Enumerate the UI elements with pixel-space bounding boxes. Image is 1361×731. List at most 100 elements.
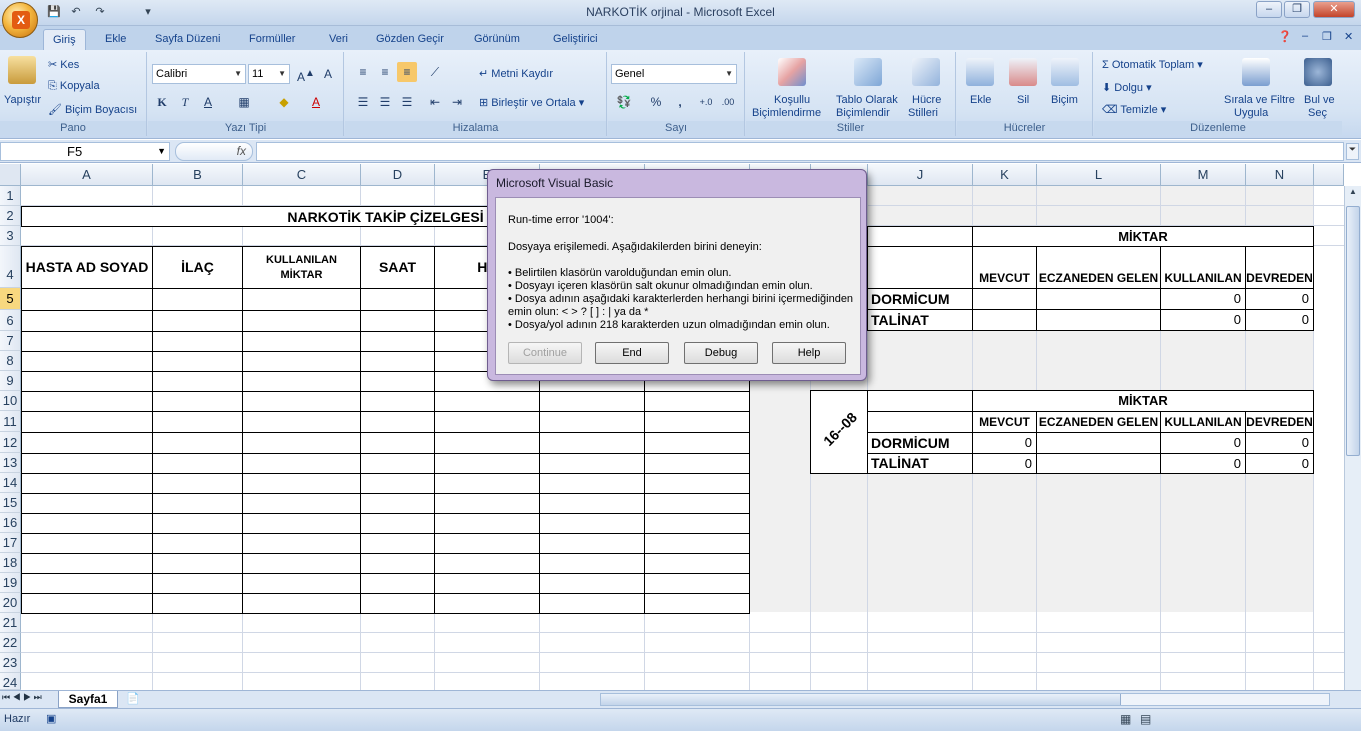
table-cell[interactable] bbox=[152, 411, 243, 433]
sort-filter-label-2[interactable]: Uygula bbox=[1234, 107, 1268, 119]
table-cell[interactable] bbox=[21, 493, 153, 514]
insert-sheet-icon[interactable]: 📄 bbox=[126, 692, 140, 705]
row-header-10[interactable]: 10 bbox=[0, 391, 21, 411]
header-hasta[interactable]: HASTA AD SOYAD bbox=[21, 246, 153, 289]
row-header-22[interactable]: 22 bbox=[0, 633, 21, 653]
fill-button[interactable]: ⬇ Dolgu ▾ bbox=[1102, 81, 1152, 94]
table2-cell[interactable]: 0 bbox=[1160, 432, 1246, 454]
insert-function-button[interactable]: fx bbox=[175, 142, 253, 161]
insert-cells-button[interactable]: Ekle bbox=[970, 94, 991, 106]
table1-drug-talinat[interactable]: TALİNAT bbox=[867, 309, 973, 331]
sheet-nav-icon[interactable]: ⏮ ◀ ▶ ⏭ bbox=[2, 692, 42, 703]
row-header-16[interactable]: 16 bbox=[0, 513, 21, 533]
col-header-n[interactable]: N bbox=[1246, 164, 1314, 186]
row-header-11[interactable]: 11 bbox=[0, 411, 21, 432]
name-box[interactable]: F5 ▼ bbox=[0, 142, 170, 161]
table1-cell[interactable]: 0 bbox=[1245, 288, 1314, 310]
table-cell[interactable] bbox=[539, 391, 645, 412]
table-cell[interactable] bbox=[242, 493, 361, 514]
table-cell[interactable] bbox=[434, 473, 540, 494]
row-header-12[interactable]: 12 bbox=[0, 432, 21, 453]
table-cell[interactable] bbox=[242, 533, 361, 554]
row-header-8[interactable]: 8 bbox=[0, 351, 21, 371]
table2-cell[interactable] bbox=[1036, 432, 1161, 454]
copy-button[interactable]: ⎘ Kopyala bbox=[48, 80, 100, 93]
table-cell[interactable] bbox=[21, 310, 153, 332]
table-cell[interactable] bbox=[644, 411, 750, 433]
table2-cell[interactable] bbox=[1036, 453, 1161, 474]
scroll-thumb[interactable] bbox=[1346, 206, 1360, 456]
row-header-7[interactable]: 7 bbox=[0, 331, 21, 351]
table-cell[interactable] bbox=[539, 493, 645, 514]
tab-veri[interactable]: Veri bbox=[320, 29, 357, 50]
table1-cell[interactable]: 0 bbox=[1160, 309, 1246, 331]
fill-color-icon[interactable]: ◆ bbox=[274, 92, 294, 112]
table-cell[interactable] bbox=[152, 371, 243, 392]
table-cell[interactable] bbox=[434, 391, 540, 412]
table-cell[interactable] bbox=[152, 533, 243, 554]
header-saat[interactable]: SAAT bbox=[360, 246, 435, 289]
table1-col-gelen[interactable]: ECZANEDEN GELEN bbox=[1036, 246, 1161, 289]
format-cells-button[interactable]: Biçim bbox=[1051, 94, 1078, 106]
table2-drug-dormicum[interactable]: DORMİCUM bbox=[867, 432, 973, 454]
tab-giris[interactable]: Giriş bbox=[43, 29, 86, 50]
minimize-button[interactable]: – bbox=[1256, 1, 1282, 18]
table-cell[interactable] bbox=[644, 533, 750, 554]
table-cell[interactable] bbox=[539, 453, 645, 474]
table-cell[interactable] bbox=[360, 351, 435, 372]
table-cell[interactable] bbox=[242, 351, 361, 372]
align-top-icon[interactable]: ≡ bbox=[353, 62, 373, 82]
tab-gorunum[interactable]: Görünüm bbox=[465, 29, 529, 50]
table-cell[interactable] bbox=[434, 453, 540, 474]
align-bottom-icon[interactable]: ≡ bbox=[397, 62, 417, 82]
table-cell[interactable] bbox=[644, 573, 750, 594]
table-cell[interactable] bbox=[539, 411, 645, 433]
table2-cell[interactable]: 0 bbox=[972, 453, 1037, 474]
table-cell[interactable] bbox=[21, 411, 153, 433]
insert-cells-icon[interactable] bbox=[966, 58, 994, 86]
table2-col-devreden[interactable]: DEVREDEN bbox=[1245, 411, 1314, 433]
table-cell[interactable] bbox=[539, 553, 645, 574]
delete-cells-button[interactable]: Sil bbox=[1017, 94, 1029, 106]
row-header-23[interactable]: 23 bbox=[0, 653, 21, 673]
table-cell[interactable] bbox=[360, 573, 435, 594]
cell-styles-label-2[interactable]: Stilleri bbox=[908, 107, 938, 119]
increase-decimal-icon[interactable]: +.0 bbox=[696, 92, 716, 112]
table-cell[interactable] bbox=[21, 432, 153, 454]
currency-icon[interactable]: 💱 bbox=[614, 92, 634, 112]
grow-font-icon[interactable]: A▲ bbox=[296, 64, 316, 84]
table2-col-gelen[interactable]: ECZANEDEN GELEN bbox=[1036, 411, 1161, 433]
align-right-icon[interactable]: ☰ bbox=[397, 92, 417, 112]
table-cell[interactable] bbox=[434, 493, 540, 514]
format-as-table-icon[interactable] bbox=[854, 58, 882, 86]
table-cell[interactable] bbox=[644, 453, 750, 474]
table-cell[interactable] bbox=[21, 331, 153, 352]
formula-input[interactable] bbox=[256, 142, 1344, 161]
row-header-4[interactable]: 4 bbox=[0, 246, 21, 288]
align-center-icon[interactable]: ☰ bbox=[375, 92, 395, 112]
table-cell[interactable] bbox=[434, 411, 540, 433]
table-cell[interactable] bbox=[21, 351, 153, 372]
comma-button[interactable]: , bbox=[670, 92, 690, 112]
table-cell[interactable] bbox=[152, 473, 243, 494]
table-format-label-1[interactable]: Tablo Olarak bbox=[836, 94, 898, 106]
paste-icon[interactable] bbox=[8, 56, 36, 84]
find-select-label-1[interactable]: Bul ve bbox=[1304, 94, 1335, 106]
view-page-layout-icon[interactable]: ▤ bbox=[1140, 712, 1151, 726]
table1-cell[interactable] bbox=[1036, 309, 1161, 331]
table2-cell[interactable]: 0 bbox=[972, 432, 1037, 454]
row-header-3[interactable]: 3 bbox=[0, 226, 21, 246]
table-cell[interactable] bbox=[21, 513, 153, 534]
table-cell[interactable] bbox=[539, 473, 645, 494]
table-cell[interactable] bbox=[360, 432, 435, 454]
tab-formuller[interactable]: Formüller bbox=[240, 29, 304, 50]
table-cell[interactable] bbox=[434, 533, 540, 554]
table2-cell[interactable]: 0 bbox=[1245, 432, 1314, 454]
cell-styles-icon[interactable] bbox=[912, 58, 940, 86]
italic-button[interactable]: T bbox=[175, 92, 195, 112]
debug-button[interactable]: Debug bbox=[684, 342, 758, 364]
col-header-l[interactable]: L bbox=[1037, 164, 1161, 186]
ribbon-restore-icon[interactable]: ❐ bbox=[1322, 30, 1332, 43]
table-cell[interactable] bbox=[360, 533, 435, 554]
table-cell[interactable] bbox=[152, 432, 243, 454]
